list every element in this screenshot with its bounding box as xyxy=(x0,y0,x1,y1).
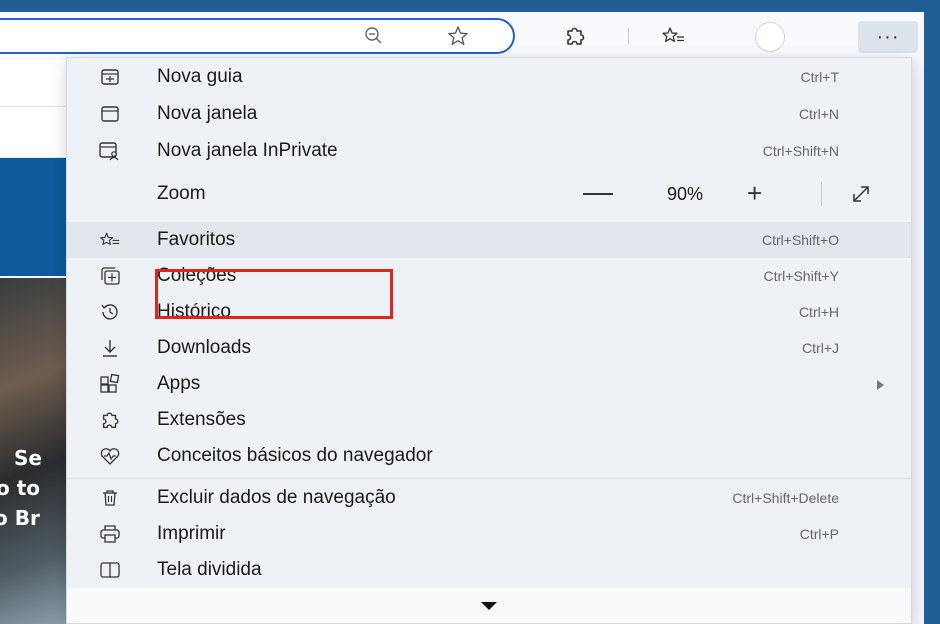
downloads-icon xyxy=(99,338,121,358)
menu-item-label: Imprimir xyxy=(157,523,226,544)
history-icon xyxy=(99,302,121,322)
menu-item-shortcut: Ctrl+H xyxy=(798,304,839,320)
page-nav-strip xyxy=(0,107,70,158)
menu-item-new-window[interactable]: Nova janela Ctrl+N xyxy=(67,96,911,132)
zoom-separator xyxy=(821,182,822,206)
menu-item-split-screen[interactable]: Tela dividida xyxy=(67,552,911,588)
fullscreen-icon[interactable] xyxy=(849,182,873,206)
collections-icon xyxy=(99,266,121,286)
menu-item-zoom: Zoom 90% + xyxy=(67,176,911,212)
delete-browsing-data-icon xyxy=(99,488,121,508)
menu-item-shortcut: Ctrl+Shift+Delete xyxy=(732,490,839,506)
menu-item-delete-browsing-data[interactable]: Excluir dados de navegação Ctrl+Shift+De… xyxy=(67,480,911,516)
menu-item-print[interactable]: Imprimir Ctrl+P xyxy=(67,516,911,552)
new-tab-icon xyxy=(99,67,121,87)
menu-item-label: Downloads xyxy=(157,337,251,358)
menu-item-label: Favoritos xyxy=(157,229,236,250)
menu-divider xyxy=(67,478,911,479)
photo-caption-line: Se xyxy=(14,446,42,470)
page-photo: Se o to o Br xyxy=(0,278,70,624)
browser-toolbar: ··· xyxy=(0,12,924,60)
favorite-star-icon[interactable] xyxy=(446,25,470,47)
new-window-icon xyxy=(99,104,121,124)
address-bar[interactable] xyxy=(0,18,515,54)
menu-item-shortcut: Ctrl+J xyxy=(802,340,839,356)
menu-item-new-tab[interactable]: Nova guia Ctrl+T xyxy=(67,59,911,95)
menu-item-shortcut: Ctrl+N xyxy=(798,106,839,122)
settings-menu: Nova guia Ctrl+T Nova janela Ctrl+N Nova… xyxy=(66,57,912,624)
menu-item-label: Nova guia xyxy=(157,66,243,87)
menu-item-shortcut: Ctrl+Shift+Y xyxy=(763,268,839,284)
inprivate-window-icon xyxy=(99,141,121,161)
menu-item-label: Conceitos básicos do navegador xyxy=(157,445,433,466)
menu-item-new-inprivate-window[interactable]: Nova janela InPrivate Ctrl+Shift+N xyxy=(67,133,911,169)
profile-icon[interactable] xyxy=(755,22,785,52)
browser-essentials-icon xyxy=(99,446,121,466)
chevron-down-icon xyxy=(481,602,497,610)
page-header-strip xyxy=(0,60,70,107)
favorites-icon[interactable] xyxy=(660,25,686,47)
zoom-in-button[interactable]: + xyxy=(747,180,762,206)
menu-item-shortcut: Ctrl+T xyxy=(800,69,840,85)
more-icon[interactable]: ··· xyxy=(858,21,918,53)
page-content: Se o to o Br xyxy=(0,60,70,624)
menu-item-shortcut: Ctrl+P xyxy=(799,526,839,542)
toolbar-separator xyxy=(628,28,629,44)
submenu-arrow-icon xyxy=(877,380,884,390)
menu-item-label: Tela dividida xyxy=(157,559,262,580)
menu-item-label: Apps xyxy=(157,373,201,394)
zoom-label: Zoom xyxy=(157,183,206,204)
extensions-icon xyxy=(99,410,121,430)
highlight-box xyxy=(155,269,393,319)
menu-item-shortcut: Ctrl+Shift+O xyxy=(761,232,839,248)
more-button-label: ··· xyxy=(876,26,900,48)
menu-item-shortcut: Ctrl+Shift+N xyxy=(762,143,839,159)
menu-item-label: Nova janela InPrivate xyxy=(157,140,338,161)
more-items-button[interactable] xyxy=(67,588,911,623)
menu-item-downloads[interactable]: Downloads Ctrl+J xyxy=(67,330,911,366)
menu-item-extensions[interactable]: Extensões xyxy=(67,402,911,438)
menu-item-label: Excluir dados de navegação xyxy=(157,487,396,508)
extensions-icon[interactable] xyxy=(563,24,587,48)
browser-window: ··· Se o to o Br Nova guia Ctrl+T Nova j… xyxy=(0,12,924,624)
print-icon xyxy=(99,524,121,544)
apps-icon xyxy=(99,374,121,394)
zoom-out-icon[interactable] xyxy=(364,26,384,46)
split-screen-icon xyxy=(99,560,121,580)
menu-item-browser-essentials[interactable]: Conceitos básicos do navegador xyxy=(67,438,911,474)
menu-item-apps[interactable]: Apps xyxy=(67,366,911,402)
favorites-icon xyxy=(99,230,121,250)
zoom-value: 90% xyxy=(667,183,704,204)
menu-item-favorites[interactable]: Favoritos Ctrl+Shift+O xyxy=(67,222,911,258)
photo-caption-line: o to xyxy=(0,476,41,500)
page-blue-banner xyxy=(0,158,70,276)
menu-item-label: Extensões xyxy=(157,409,246,430)
zoom-out-button[interactable] xyxy=(583,193,613,195)
menu-item-label: Nova janela xyxy=(157,103,258,124)
photo-caption-line: o Br xyxy=(0,506,40,530)
